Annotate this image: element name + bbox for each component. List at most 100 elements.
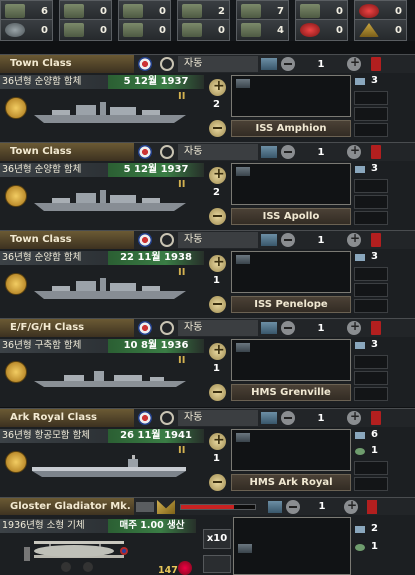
hull-subtitle: 36년형 순양함 함체 bbox=[0, 163, 110, 177]
auto-dropdown[interactable]: 자동 bbox=[178, 320, 258, 336]
division-body: 36년형 구축함 함체10 8월 1936 II 1 HMS Grenville 3 bbox=[0, 337, 415, 407]
ship-count: 2 bbox=[213, 187, 220, 198]
ship-name-field[interactable]: HMS Grenville bbox=[231, 384, 351, 401]
ship-slots[interactable] bbox=[231, 429, 351, 471]
division-card[interactable]: Town Class 자동 1 36년형 순양함 함체5 12월 1937 II 2 ISS… bbox=[0, 54, 415, 143]
ship-name-field[interactable]: HMS Ark Royal bbox=[231, 474, 351, 491]
empty-stat-box bbox=[354, 179, 388, 193]
helm-icon[interactable] bbox=[160, 411, 174, 425]
experience-emblem-icon bbox=[5, 361, 27, 383]
ship-slots[interactable] bbox=[231, 75, 351, 117]
plane-mini-icon bbox=[355, 526, 365, 533]
add-air-wing-button[interactable] bbox=[178, 561, 192, 575]
delete-icon[interactable] bbox=[371, 233, 381, 247]
air-wing-body: 1936년형 소형 기체 매주 1.00 생산 147 x10 2 1 bbox=[0, 515, 415, 575]
increase-qty-button[interactable] bbox=[347, 231, 361, 247]
division-header[interactable]: E/F/G/H Class 자동 1 bbox=[0, 319, 415, 337]
remove-ship-button[interactable] bbox=[209, 384, 226, 401]
ship-name-field[interactable]: ISS Amphion bbox=[231, 120, 351, 137]
remove-ship-button[interactable] bbox=[209, 208, 226, 225]
division-header[interactable]: Town Class 자동 1 bbox=[0, 143, 415, 161]
resource-cell[interactable]: 0 bbox=[354, 19, 407, 41]
production-progress-fill bbox=[181, 505, 235, 509]
class-name: Ark Royal Class bbox=[0, 409, 134, 427]
increase-qty-button[interactable] bbox=[344, 498, 358, 514]
ship-silhouette bbox=[30, 363, 190, 393]
increase-qty-button[interactable] bbox=[347, 55, 361, 71]
auto-dropdown[interactable]: 자동 bbox=[178, 410, 258, 426]
add-ship-button[interactable] bbox=[209, 254, 226, 272]
add-ship-button[interactable] bbox=[209, 432, 226, 450]
division-header[interactable]: Town Class 자동 1 bbox=[0, 231, 415, 249]
remove-ship-button[interactable] bbox=[209, 120, 226, 137]
fleet-qty: 1 bbox=[317, 146, 325, 158]
delete-icon[interactable] bbox=[371, 411, 381, 425]
resource-cell[interactable]: 0 bbox=[59, 19, 112, 41]
division-card[interactable]: Town Class 자동 1 36년형 순양함 함체22 11월 1938 II 1 IS… bbox=[0, 230, 415, 319]
increase-qty-button[interactable] bbox=[347, 319, 361, 335]
ship-slots[interactable] bbox=[231, 163, 351, 205]
resource-cell[interactable]: 0 bbox=[177, 19, 230, 41]
air-wing-slots[interactable] bbox=[233, 517, 351, 575]
ship-silhouette bbox=[30, 99, 190, 129]
fleet-qty: 1 bbox=[317, 58, 325, 70]
decrease-qty-button[interactable] bbox=[286, 500, 300, 514]
ship-slots[interactable] bbox=[231, 251, 351, 293]
add-ship-button[interactable] bbox=[209, 166, 226, 184]
resource-value: 0 bbox=[100, 5, 107, 17]
remove-ship-button[interactable] bbox=[209, 474, 226, 491]
tank-icon bbox=[64, 23, 84, 37]
add-ship-button[interactable] bbox=[209, 342, 226, 360]
ship-icon bbox=[182, 23, 202, 37]
helm-icon[interactable] bbox=[160, 321, 174, 335]
delete-icon[interactable] bbox=[371, 145, 381, 159]
increase-qty-button[interactable] bbox=[347, 409, 361, 425]
division-header[interactable]: Town Class 자동 1 bbox=[0, 55, 415, 73]
ship-count: 1 bbox=[213, 453, 220, 464]
division-header[interactable]: Ark Royal Class 자동 1 bbox=[0, 409, 415, 427]
auto-dropdown[interactable]: 자동 bbox=[178, 232, 258, 248]
decrease-qty-button[interactable] bbox=[281, 57, 295, 71]
rank-label: II bbox=[178, 267, 186, 278]
auto-dropdown[interactable]: 자동 bbox=[178, 144, 258, 160]
empty-stat-box bbox=[354, 107, 388, 121]
increase-qty-button[interactable] bbox=[347, 143, 361, 159]
remove-ship-button[interactable] bbox=[209, 296, 226, 313]
resource-cell[interactable]: 0 bbox=[118, 19, 171, 41]
division-card[interactable]: E/F/G/H Class 자동 1 36년형 구축함 함체10 8월 1936 II 1… bbox=[0, 318, 415, 407]
roundel-icon bbox=[138, 57, 152, 71]
ship-mini-icon bbox=[355, 78, 365, 85]
delete-icon[interactable] bbox=[371, 321, 381, 335]
multiplier-secondary-button[interactable] bbox=[203, 555, 231, 573]
empty-stat-box bbox=[354, 371, 388, 385]
resource-cell[interactable]: 0 bbox=[0, 19, 53, 41]
add-ship-button[interactable] bbox=[209, 78, 226, 96]
air-wing-header[interactable]: Gloster Gladiator Mk. I 1 bbox=[0, 497, 415, 530]
rank-label: II bbox=[178, 355, 186, 366]
resource-cell[interactable]: 0 bbox=[295, 19, 348, 41]
hull-subtitle: 36년형 순양함 함체 bbox=[0, 75, 110, 89]
decrease-qty-button[interactable] bbox=[281, 411, 295, 425]
resource-value: 4 bbox=[277, 24, 284, 36]
helm-icon[interactable] bbox=[160, 145, 174, 159]
helm-icon[interactable] bbox=[160, 233, 174, 247]
division-card[interactable]: Ark Royal Class자동136년형 항공모함 함체26 11월 194… bbox=[0, 408, 415, 497]
multiplier-x10-button[interactable]: x10 bbox=[203, 529, 231, 549]
helm-icon[interactable] bbox=[160, 57, 174, 71]
ship-slots[interactable] bbox=[231, 339, 351, 381]
ship-name-field[interactable]: ISS Apollo bbox=[231, 208, 351, 225]
decrease-qty-button[interactable] bbox=[281, 233, 295, 247]
empty-stat-box bbox=[354, 477, 388, 491]
decrease-qty-button[interactable] bbox=[281, 145, 295, 159]
auto-dropdown[interactable]: 자동 bbox=[178, 56, 258, 72]
manufacturer-icon[interactable] bbox=[157, 500, 175, 514]
decrease-qty-button[interactable] bbox=[281, 321, 295, 335]
delete-air-wing-button[interactable] bbox=[367, 500, 377, 514]
division-card[interactable]: Town Class 자동 1 36년형 순양함 함체5 12월 1937 II 2 ISS… bbox=[0, 142, 415, 231]
delete-icon[interactable] bbox=[371, 57, 381, 71]
resource-cell[interactable]: 4 bbox=[236, 19, 289, 41]
ship-name-field[interactable]: ISS Penelope bbox=[231, 296, 351, 313]
slot-placeholder-icon bbox=[236, 343, 250, 352]
resource-bar-bottom: 0 0 0 0 4 0 0 bbox=[0, 19, 415, 41]
crosshair-icon bbox=[359, 4, 379, 18]
